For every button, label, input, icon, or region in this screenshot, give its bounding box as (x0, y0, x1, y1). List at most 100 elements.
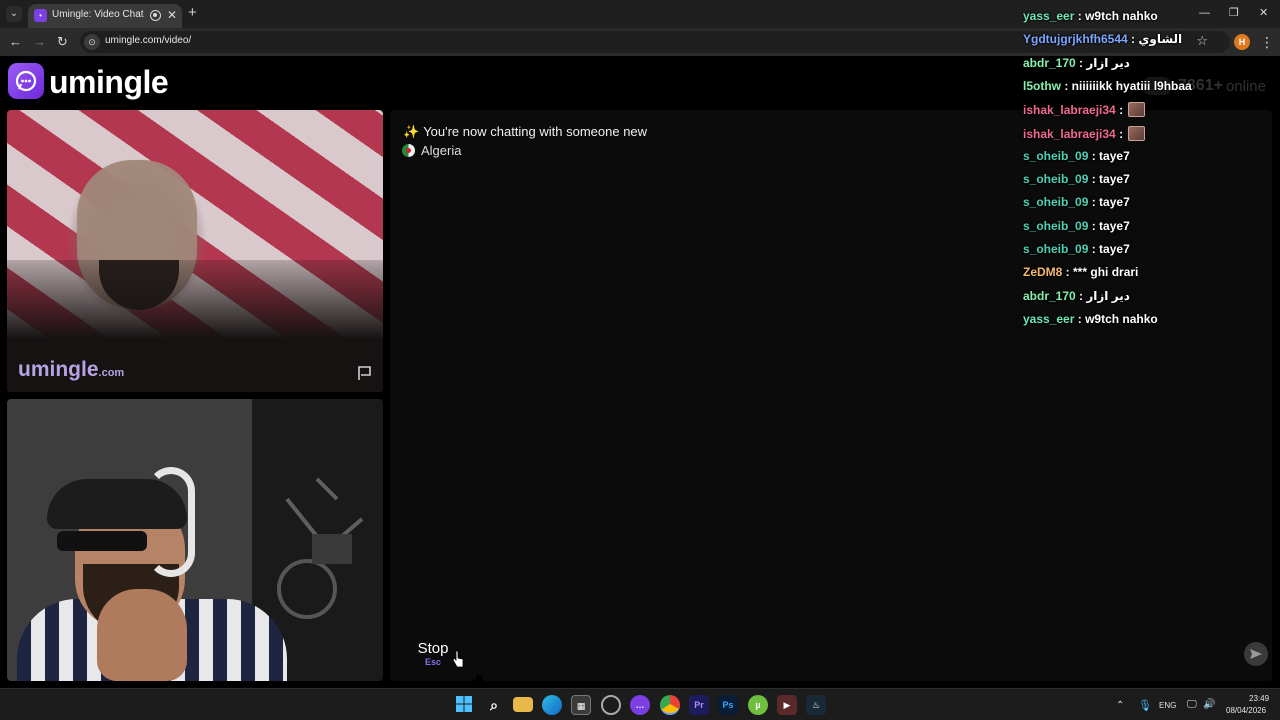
stream-chat-message: yass_eer : w9tch nahko (1023, 9, 1158, 27)
stream-chat-text: taye7 (1099, 218, 1130, 233)
stream-chat-text: الشاوي (1138, 32, 1183, 47)
stream-chat-message: s_oheib_09 : taye7 (1023, 242, 1130, 260)
stream-chat-text: taye7 (1099, 172, 1130, 187)
umingle-favicon-icon: • (34, 9, 47, 22)
tray-overflow-icon[interactable]: ⌃ (1116, 700, 1124, 711)
stream-chat-message: yass_eer : w9tch nahko (1023, 312, 1158, 330)
microphone-icon[interactable]: 🎙 (1138, 699, 1152, 712)
app-icon[interactable] (601, 695, 621, 715)
chat-app-icon[interactable]: … (630, 695, 650, 715)
stream-chat-separator: : (1075, 55, 1087, 70)
utorrent-icon[interactable]: µ (748, 695, 768, 715)
watermark-text: umingle (18, 358, 99, 381)
stream-chat-text: taye7 (1099, 195, 1130, 210)
country-name: Algeria (421, 143, 462, 158)
stream-chat-message: ishak_labraeji34 : (1023, 102, 1146, 120)
headset (147, 467, 195, 577)
stream-chat-separator: : (1075, 288, 1087, 303)
stream-chat-text: taye7 (1099, 242, 1130, 256)
stream-chat-text: دير ازار (1086, 55, 1130, 70)
stream-chat-message: s_oheib_09 : taye7 (1023, 219, 1130, 237)
stream-chat-separator: : (1074, 311, 1086, 326)
stream-chat-message: ZeDM8 : *** ghi drari (1023, 265, 1138, 283)
stream-chat-username: yass_eer (1023, 311, 1075, 326)
site-info-icon[interactable]: ⊙ (84, 34, 100, 50)
stream-chat-separator: : (1062, 265, 1074, 280)
browser-tab-active[interactable]: • Umingle: Video Chat with S ✕ (28, 4, 182, 28)
stream-chat-message: abdr_170 : دير ازار (1023, 289, 1130, 307)
logo-text: umingle (49, 64, 169, 100)
stream-chat-message: s_oheib_09 : taye7 (1023, 149, 1130, 167)
chrome-icon[interactable] (660, 695, 680, 715)
stream-chat-text: *** ghi drari (1073, 265, 1139, 280)
stream-chat-overlay: yass_eer : w9tch nahko Ygdtujgrjkhfh6544 … (1023, 9, 1280, 339)
reload-icon[interactable]: ↻ (57, 33, 68, 51)
clock-time[interactable]: 23:49 (1249, 694, 1269, 703)
stream-chat-username: l5othw (1023, 78, 1061, 93)
forward-icon[interactable]: → (33, 33, 46, 51)
sunglasses (57, 531, 147, 551)
system-message-text: You're now chatting with someone new (423, 124, 648, 139)
stream-chat-username: ishak_labraeji34 (1023, 103, 1116, 118)
file-explorer-icon[interactable] (513, 697, 533, 712)
stream-chat-text: w9tch nahko (1085, 311, 1158, 326)
stream-chat-separator: : (1088, 148, 1100, 163)
stream-chat-username: s_oheib_09 (1023, 218, 1089, 233)
stream-chat-text: niiiiiikk hyatiii l9hbaa (1071, 78, 1192, 93)
stream-chat-separator: : (1088, 218, 1100, 233)
premiere-icon[interactable]: Pr (689, 695, 709, 715)
search-icon[interactable]: ⌕ (484, 695, 504, 715)
tab-search-icon[interactable]: ⌄ (6, 6, 22, 22)
stream-chat-separator: : (1127, 32, 1139, 47)
sparkle-icon: ✨ (403, 124, 420, 139)
media-player-icon[interactable]: ▶ (777, 695, 797, 715)
emote-icon (1128, 125, 1146, 141)
photoshop-icon[interactable]: Ps (718, 695, 738, 715)
watermark-domain: .com (98, 367, 125, 379)
screen: ⌄ • Umingle: Video Chat with S ✕ + — ❐ ✕… (0, 0, 1280, 720)
system-message: ✨ You're now chatting with someone new (403, 124, 647, 140)
url-text[interactable]: umingle.com/video/ (105, 35, 191, 46)
stream-chat-username: s_oheib_09 (1023, 242, 1089, 256)
streamer (17, 439, 287, 681)
new-tab-icon[interactable]: + (188, 5, 197, 21)
stream-chat-text: w9tch nahko (1085, 9, 1158, 23)
hand-cursor-icon (452, 650, 464, 673)
stream-chat-username: ishak_labraeji34 (1023, 126, 1116, 141)
volume-icon[interactable]: 🔊 (1203, 699, 1215, 710)
stream-chat-username: Ygdtujgrjkhfh6544 (1023, 32, 1128, 47)
close-tab-icon[interactable]: ✕ (167, 8, 177, 22)
stream-chat-username: abdr_170 (1023, 288, 1076, 303)
stream-chat-separator: : (1074, 9, 1086, 23)
stream-chat-message: Ygdtujgrjkhfh6544 : الشاوي (1023, 32, 1182, 50)
network-icon[interactable]: 🖵 (1187, 699, 1197, 710)
send-button[interactable] (1244, 642, 1268, 666)
language-indicator[interactable]: ENG (1159, 701, 1176, 710)
stream-chat-username: s_oheib_09 (1023, 172, 1089, 187)
report-flag-icon[interactable] (357, 365, 373, 386)
windows-start-icon[interactable] (454, 695, 474, 715)
stream-chat-separator: : (1088, 195, 1100, 210)
tab-title: Umingle: Video Chat with S (52, 9, 144, 20)
stream-chat-separator: : (1088, 172, 1100, 187)
send-arrow-icon (1250, 649, 1262, 659)
algeria-flag-icon (402, 144, 415, 157)
clock-date[interactable]: 08/04/2026 (1226, 706, 1266, 715)
stream-chat-separator: : (1115, 103, 1127, 118)
stream-chat-message: abdr_170 : دير ازار (1023, 56, 1130, 74)
back-icon[interactable]: ← (9, 33, 22, 51)
video-watermark: umingle.com (18, 358, 124, 382)
steam-icon[interactable]: ♨ (806, 695, 826, 715)
stream-chat-separator: : (1088, 242, 1100, 256)
stream-chat-text: taye7 (1099, 148, 1130, 163)
stream-chat-username: abdr_170 (1023, 55, 1076, 70)
message-input[interactable] (482, 626, 1272, 681)
edge-icon[interactable] (542, 695, 562, 715)
stranger-video: umingle.com (7, 110, 383, 392)
stream-chat-separator: : (1115, 126, 1127, 141)
store-icon[interactable]: ▦ (571, 695, 591, 715)
stranger-country: Algeria (402, 143, 461, 158)
stream-chat-text: دير ازار (1086, 288, 1130, 303)
stream-chat-username: s_oheib_09 (1023, 148, 1089, 163)
emote-icon (1128, 102, 1146, 118)
